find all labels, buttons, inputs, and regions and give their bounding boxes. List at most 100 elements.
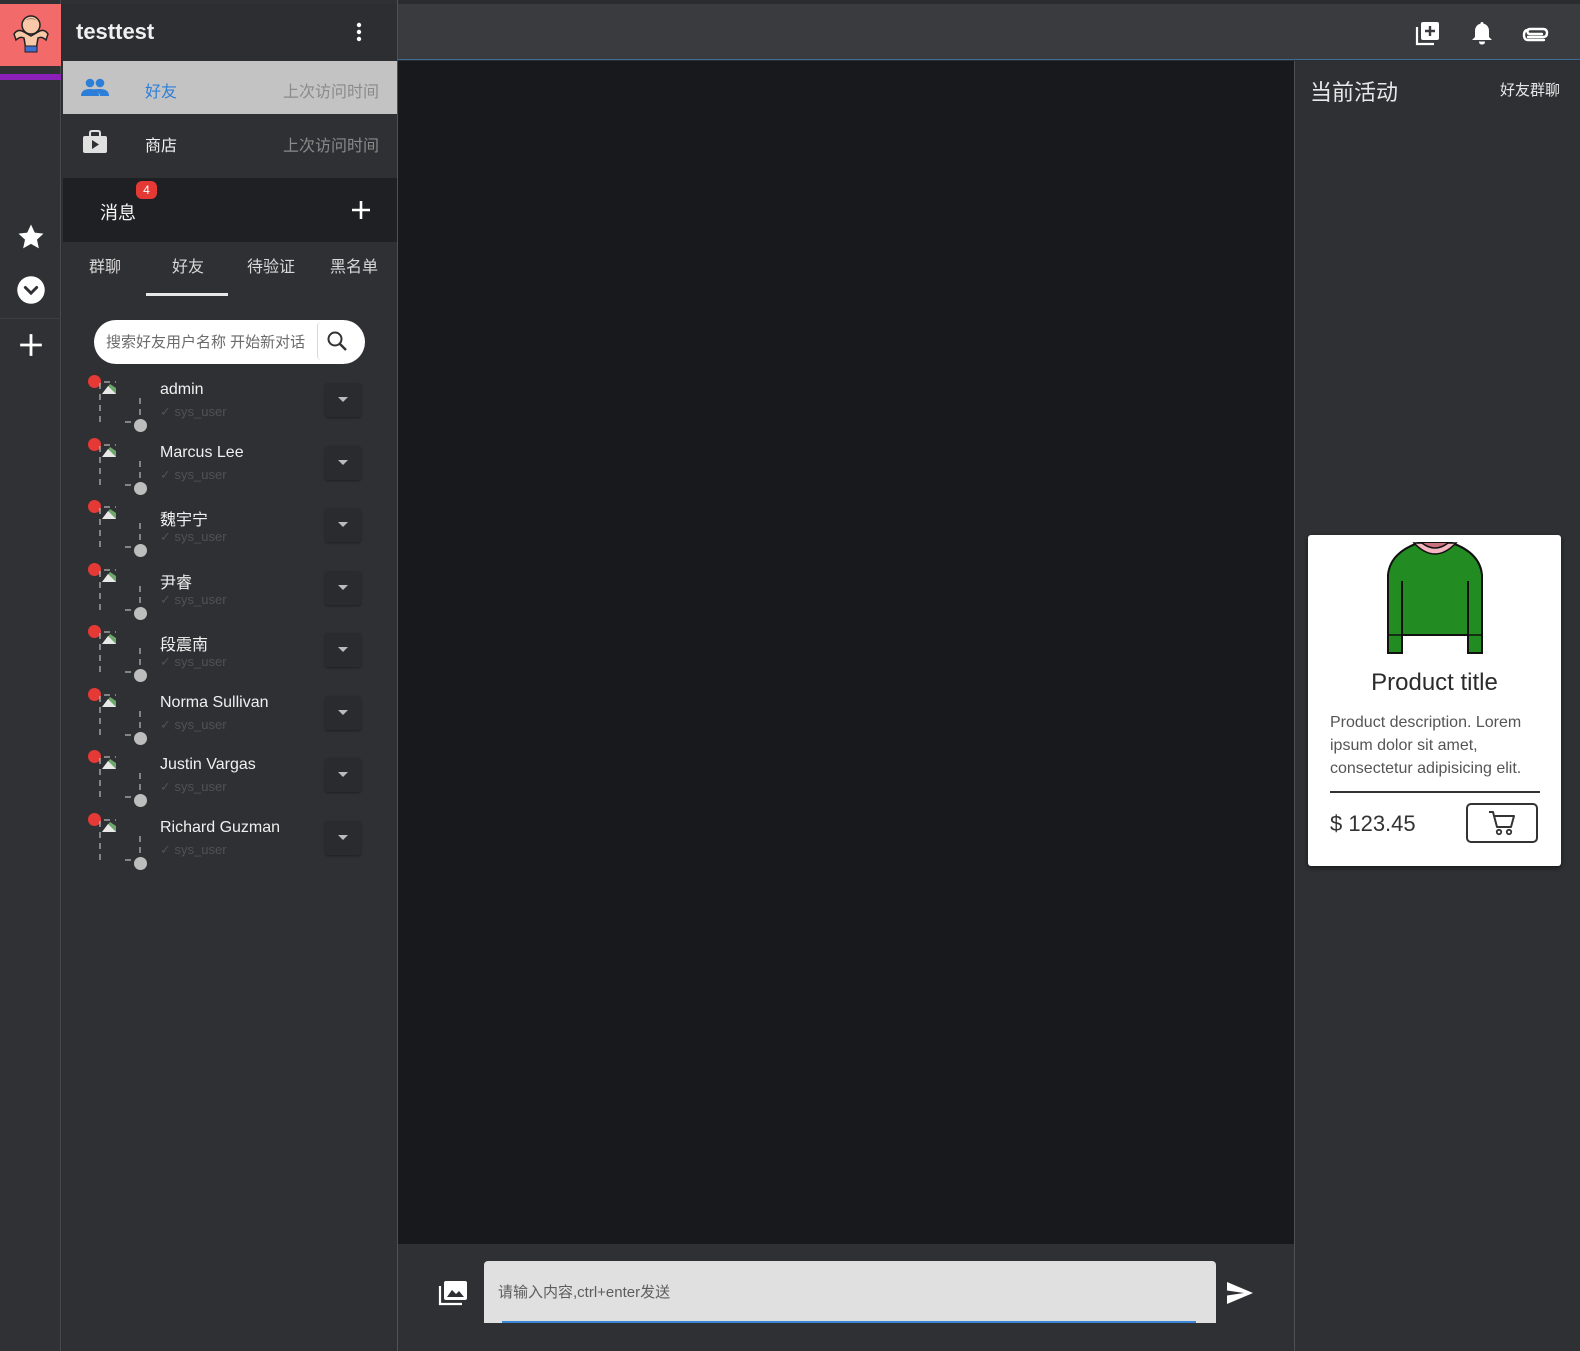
friend-options-button[interactable] (325, 821, 361, 855)
search-button[interactable] (317, 322, 355, 360)
online-status-dot (134, 482, 147, 495)
send-icon (1227, 1282, 1253, 1304)
nav-item-shop[interactable]: 商店 上次访问时间 (63, 115, 397, 168)
product-title: Product title (1371, 669, 1498, 696)
friend-search (94, 320, 365, 364)
plus-icon (19, 334, 42, 356)
nav-item-label: 好友 (145, 84, 178, 101)
activity-title: 当前活动 (1310, 80, 1399, 105)
friend-role: ✓ sys_user (160, 467, 227, 482)
more-menu-button[interactable] (349, 20, 369, 44)
friend-role: ✓ sys_user (160, 717, 227, 732)
sweater-image (1387, 542, 1483, 654)
tab-pending[interactable]: 待验证 (229, 244, 313, 298)
friend-options-button[interactable] (325, 571, 361, 605)
top-bar (398, 4, 1580, 60)
friend-item[interactable]: Justin Vargas ✓ sys_user (62, 747, 397, 809)
online-status-dot (134, 857, 147, 870)
send-button[interactable] (1224, 1278, 1256, 1308)
favorites-button[interactable] (0, 213, 61, 261)
friend-name: admin (160, 381, 204, 398)
friend-name: Richard Guzman (160, 819, 281, 836)
cart-icon (1489, 811, 1515, 836)
app-root: testtest 好友 上次访问时间 商店 上次访问时间 消息 4 群聊 好友 … (0, 0, 1580, 1351)
tab-friends[interactable]: 好友 (146, 244, 230, 298)
caret-down-icon (338, 772, 348, 777)
product-description: Product description. Lorem ipsum dolor s… (1330, 714, 1522, 777)
friend-item[interactable]: Norma Sullivan ✓ sys_user (62, 685, 397, 747)
product-card: Product title Product description. Lorem… (1308, 535, 1561, 866)
messages-header: 消息 4 (63, 178, 397, 242)
logo-icon (12, 15, 49, 53)
friend-options-button[interactable] (325, 633, 361, 667)
friend-item[interactable]: 尹睿 ✓ sys_user (62, 560, 397, 622)
caret-down-icon (338, 397, 348, 402)
new-message-button[interactable] (347, 196, 375, 224)
friend-options-button[interactable] (325, 383, 361, 417)
online-status-dot (134, 669, 147, 682)
add-box-icon (1415, 22, 1439, 46)
logo-accent-bar (0, 74, 61, 80)
friend-name: 尹睿 (160, 575, 193, 592)
friend-options-button[interactable] (325, 758, 361, 792)
last-visit-label: 上次访问时间 (282, 138, 379, 155)
friend-group-chat-link[interactable]: 好友群聊 (1500, 79, 1560, 100)
attachment-icon (1522, 27, 1549, 42)
friend-role: ✓ sys_user (160, 529, 227, 544)
friend-role: ✓ sys_user (160, 404, 227, 419)
online-status-dot (134, 544, 147, 557)
caret-down-icon (338, 460, 348, 465)
caret-down-icon (338, 522, 348, 527)
star-icon (18, 224, 43, 249)
username: testtest (76, 19, 155, 44)
tab-blacklist[interactable]: 黑名单 (312, 244, 396, 298)
add-to-cart-button[interactable] (1466, 803, 1538, 843)
friend-role: ✓ sys_user (160, 654, 227, 669)
online-status-dot (134, 607, 147, 620)
online-status-dot (134, 732, 147, 745)
search-input[interactable] (106, 328, 311, 356)
online-status-dot (134, 794, 147, 807)
friend-options-button[interactable] (325, 508, 361, 542)
bell-icon (1472, 22, 1492, 45)
rail-divider (0, 318, 61, 319)
nav-item-friends[interactable]: 好友 上次访问时间 (63, 61, 397, 114)
message-input[interactable] (498, 1279, 1198, 1305)
chat-area (398, 61, 1294, 1244)
attach-button[interactable] (1521, 18, 1551, 48)
friend-name: 段震南 (160, 637, 209, 654)
friend-item[interactable]: 段震南 ✓ sys_user (62, 622, 397, 684)
shop-icon (81, 129, 109, 155)
friend-options-button[interactable] (325, 446, 361, 480)
photo-library-icon (438, 1281, 467, 1306)
friend-item[interactable]: Marcus Lee ✓ sys_user (62, 435, 397, 497)
chevron-down-circle-icon (16, 276, 45, 304)
sidebar-header: testtest (62, 4, 397, 60)
friend-name: Norma Sullivan (160, 694, 269, 711)
image-upload-button[interactable] (438, 1278, 468, 1308)
friend-name: Justin Vargas (160, 756, 256, 773)
caret-down-icon (338, 647, 348, 652)
add-box-button[interactable] (1413, 18, 1443, 48)
caret-down-icon (338, 585, 348, 590)
nav-item-label: 商店 (145, 138, 178, 155)
product-divider (1330, 791, 1540, 793)
input-underline (502, 1321, 1196, 1323)
activity-panel: 当前活动 好友群聊 Product title Product descript… (1294, 61, 1580, 1351)
notifications-button[interactable] (1467, 18, 1497, 48)
message-composer (398, 1244, 1294, 1351)
product-price: $ 123.45 (1330, 811, 1416, 836)
friend-tabs: 群聊 好友 待验证 黑名单 (63, 244, 397, 298)
sidebar: testtest 好友 上次访问时间 商店 上次访问时间 消息 4 群聊 好友 … (62, 0, 398, 1351)
friend-item[interactable]: admin ✓ sys_user (62, 372, 397, 434)
expand-button[interactable] (0, 266, 61, 314)
friend-options-button[interactable] (325, 696, 361, 730)
messages-label: 消息 (100, 203, 136, 223)
caret-down-icon (338, 835, 348, 840)
app-logo[interactable] (0, 4, 61, 66)
friend-item[interactable]: Richard Guzman ✓ sys_user (62, 810, 397, 872)
friend-item[interactable]: 魏宇宁 ✓ sys_user (62, 497, 397, 559)
add-server-button[interactable] (0, 321, 61, 369)
tab-group-chat[interactable]: 群聊 (63, 244, 147, 298)
friend-role: ✓ sys_user (160, 779, 227, 794)
